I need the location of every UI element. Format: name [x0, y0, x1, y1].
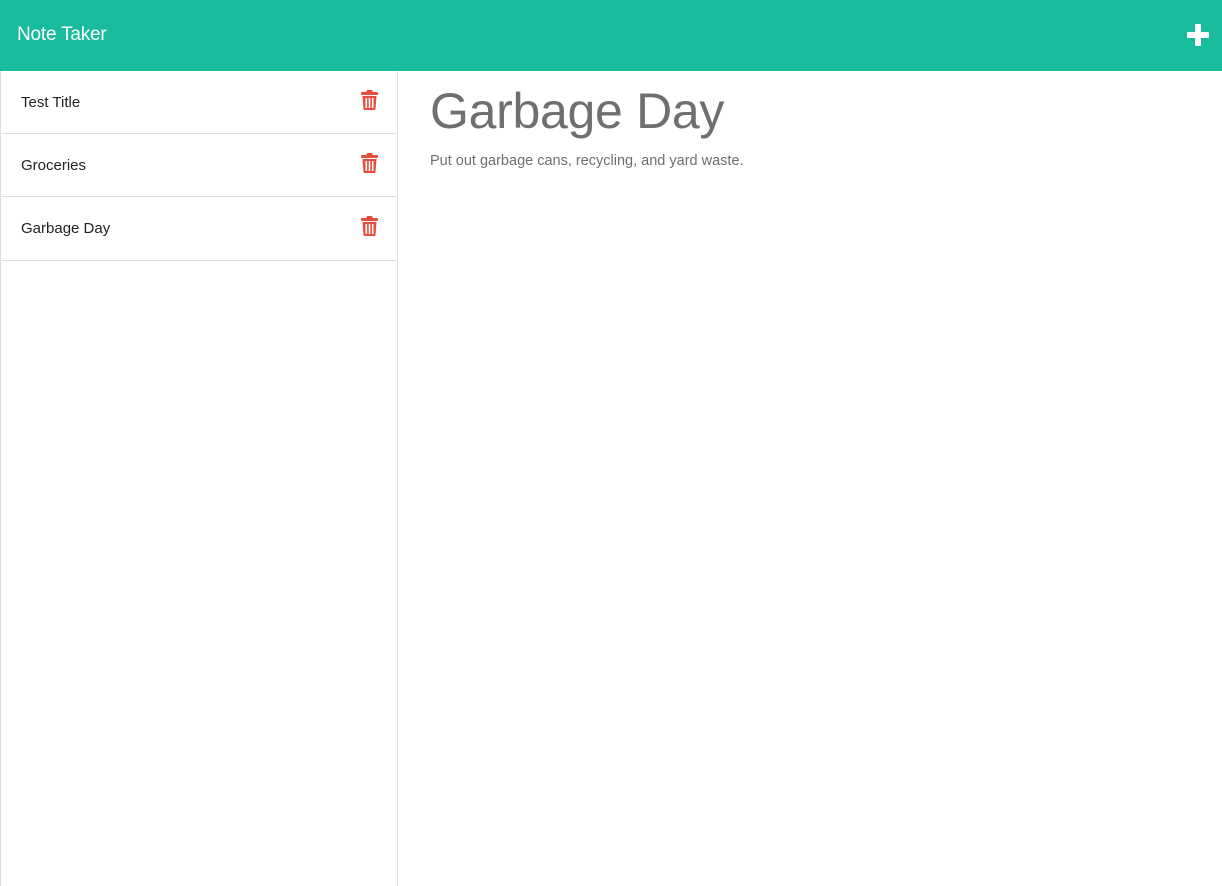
app-brand[interactable]: Note Taker — [17, 23, 107, 47]
note-list: Test Title Groceries Garbage Day — [1, 71, 397, 261]
navbar: Note Taker — [0, 0, 1222, 71]
delete-note-button[interactable] — [359, 88, 379, 112]
trash-icon — [360, 153, 378, 173]
trash-icon — [360, 90, 378, 110]
note-text-field[interactable]: Put out garbage cans, recycling, and yar… — [430, 151, 744, 171]
new-note-button[interactable] — [1174, 14, 1222, 56]
note-list-item[interactable]: Test Title — [2, 71, 396, 134]
trash-icon — [360, 216, 378, 237]
note-list-item[interactable]: Garbage Day — [2, 197, 396, 261]
note-list-item[interactable]: Groceries — [2, 134, 396, 198]
note-list-sidebar: Test Title Groceries Garbage Day — [0, 71, 398, 886]
note-list-item-title[interactable]: Garbage Day — [21, 219, 110, 239]
note-list-item-title[interactable]: Test Title — [21, 93, 80, 113]
delete-note-button[interactable] — [359, 214, 379, 238]
plus-icon — [1187, 24, 1209, 46]
note-title-field[interactable]: Garbage Day — [430, 83, 724, 139]
note-list-item-title[interactable]: Groceries — [21, 156, 86, 176]
delete-note-button[interactable] — [359, 151, 379, 175]
note-editor: Garbage Day Put out garbage cans, recycl… — [398, 71, 1222, 886]
